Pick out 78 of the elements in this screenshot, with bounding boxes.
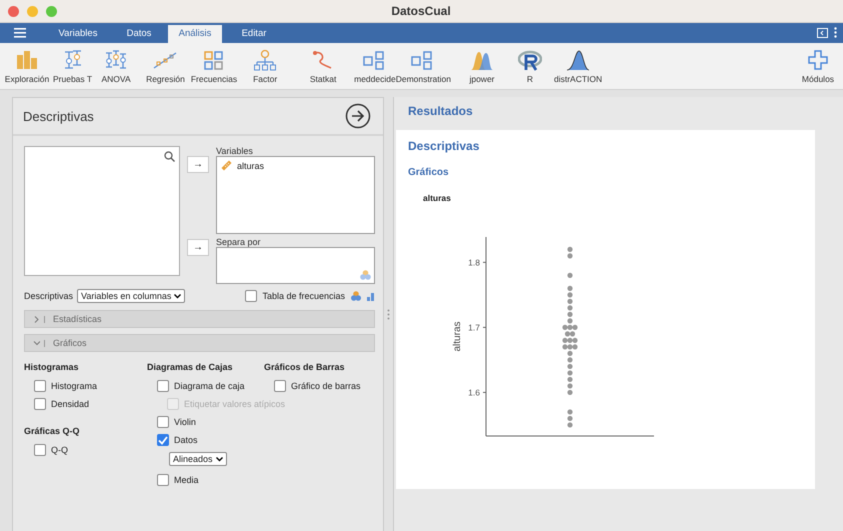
panel-title: Descriptivas: [23, 108, 94, 124]
bell-curve-icon: [566, 48, 590, 70]
bar-chart-icon: [367, 292, 375, 300]
chart-title: alturas: [423, 193, 452, 203]
nominal-icon: [351, 291, 361, 301]
group-title: Gráficas Q-Q: [24, 426, 81, 436]
chevron-down-icon: [33, 340, 45, 346]
move-arrow-button[interactable]: →: [187, 239, 210, 256]
move-arrow-button[interactable]: →: [187, 156, 210, 173]
menu-tab[interactable]: Variables: [46, 25, 110, 43]
group-title: Gráficos de Barras: [264, 362, 346, 372]
toolbar-button[interactable]: R: [509, 48, 551, 84]
tick-label: 1.8: [468, 257, 480, 268]
error-bars-icon: [104, 48, 128, 70]
checkbox[interactable]: Violin: [157, 416, 196, 428]
results-title: Resultados: [407, 103, 474, 120]
toolbar-button[interactable]: Exploración: [4, 48, 50, 84]
toolbar-button[interactable]: Regresión: [143, 48, 188, 84]
group-title: Histogramas: [24, 362, 80, 372]
r-logo-icon: [518, 48, 542, 70]
split-by-list[interactable]: [216, 247, 375, 284]
toolbar-button[interactable]: Frecuencias: [188, 48, 240, 84]
window-title: DatosCual: [391, 4, 451, 18]
variables-list[interactable]: alturas: [216, 156, 375, 234]
checkbox[interactable]: Datos: [157, 434, 198, 446]
checkbox[interactable]: Q-Q: [34, 444, 68, 456]
checkbox[interactable]: Tabla de frecuencias: [245, 290, 345, 302]
ruler-icon: [221, 160, 232, 171]
chevron-down-icon: [216, 456, 223, 462]
descriptives-dropdown[interactable]: Variables en columnas: [77, 289, 186, 303]
menu-tab[interactable]: Análisis: [168, 25, 222, 43]
toolbar-button[interactable]: Factor: [244, 48, 286, 84]
results-subheading: Gráficos: [408, 167, 450, 178]
chevron-right-icon: [33, 316, 45, 322]
group-title: Diagramas de Cajas: [147, 362, 234, 372]
bar-chart-icon: [15, 48, 39, 70]
section-header[interactable]: Estadísticas: [24, 310, 375, 328]
grid-icon: [202, 48, 226, 70]
toolbar-button[interactable]: Demonstration: [396, 48, 451, 84]
checkbox[interactable]: Gráfico de barras: [274, 380, 361, 392]
checkbox[interactable]: Media: [157, 474, 199, 486]
toolbar-button[interactable]: Pruebas T: [50, 48, 96, 84]
zoom-button[interactable]: [46, 6, 57, 16]
more-icon: [834, 27, 837, 38]
section-header[interactable]: Gráficos: [24, 334, 375, 352]
checkbox[interactable]: Histograma: [34, 380, 98, 392]
plus-icon: [806, 48, 830, 70]
search-icon: [164, 151, 176, 162]
field-label: Separa por: [216, 237, 262, 247]
squares-icon: [362, 48, 387, 70]
axis-title: alturas: [452, 322, 463, 352]
toolbar-button[interactable]: distrACTION: [551, 48, 606, 84]
tick-label: 1.6: [468, 387, 480, 398]
results-heading: Descriptivas: [408, 139, 480, 153]
toolbar-button[interactable]: meddecide: [354, 48, 396, 84]
menu-tab[interactable]: Editar: [222, 25, 286, 43]
nominal-icon: [360, 270, 371, 280]
checkbox[interactable]: Densidad: [34, 398, 90, 410]
hierarchy-icon: [253, 48, 278, 70]
menu-tab[interactable]: Datos: [110, 25, 168, 43]
modules-button[interactable]: Módulos: [797, 48, 839, 84]
checkmark-icon: [158, 436, 168, 444]
toolbar-button[interactable]: Statkat: [302, 48, 344, 84]
field-label: Variables: [216, 146, 254, 156]
menu-icon: [14, 28, 26, 38]
close-button[interactable]: [8, 6, 19, 16]
toolbar-button[interactable]: ANOVA: [95, 48, 138, 84]
tick-label: 1.7: [468, 322, 480, 332]
dropdown[interactable]: Alineados: [169, 452, 227, 466]
toolbar-button[interactable]: jpower: [461, 48, 503, 84]
splitter-handle-icon: [387, 308, 390, 320]
minimize-button[interactable]: [27, 6, 38, 16]
checkbox[interactable]: Diagrama de caja: [157, 380, 245, 392]
field-label: Descriptivas: [24, 291, 74, 301]
variable-list[interactable]: [24, 146, 180, 276]
panel-toggle-icon: [817, 28, 828, 38]
chevron-down-icon: [174, 294, 182, 298]
variable-item[interactable]: alturas: [237, 160, 264, 170]
